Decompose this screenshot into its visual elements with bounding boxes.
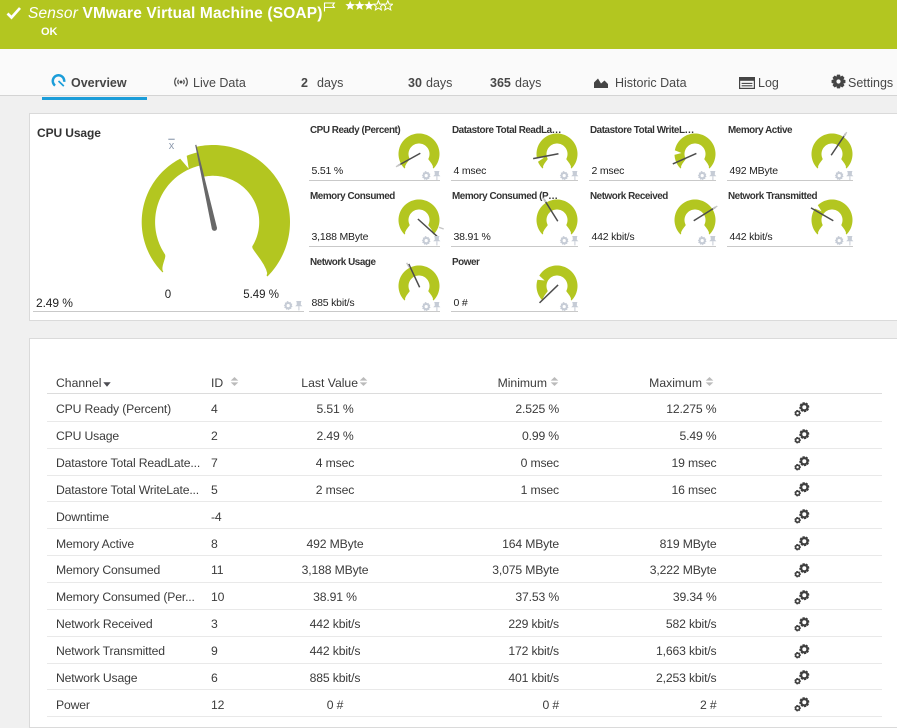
svg-text:x: x — [169, 140, 175, 152]
